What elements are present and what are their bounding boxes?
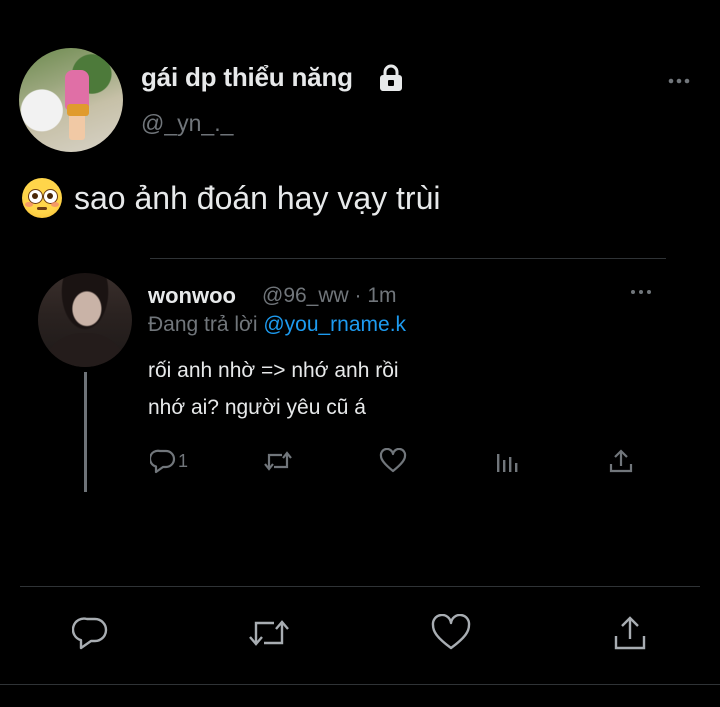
reply-comment-button[interactable]: 1 bbox=[150, 446, 188, 476]
tweet-text: sao ảnh đoán hay vạy trùi bbox=[74, 179, 441, 216]
action-divider-top bbox=[20, 586, 700, 587]
reply-text-line-2: nhớ ai? người yêu cũ á bbox=[148, 396, 366, 419]
main-share-icon[interactable] bbox=[612, 614, 648, 654]
author-avatar[interactable] bbox=[19, 48, 123, 152]
replying-to-prefix: Đang trả lời bbox=[148, 313, 264, 336]
main-reply-icon[interactable] bbox=[72, 614, 110, 654]
lock-icon bbox=[376, 63, 406, 93]
thread-line bbox=[84, 372, 87, 492]
quote-divider bbox=[150, 258, 666, 259]
reply-text-line-1: rối anh nhờ => nhớ anh rồi bbox=[148, 359, 399, 382]
main-like-icon[interactable] bbox=[431, 614, 471, 654]
reply-avatar[interactable] bbox=[38, 273, 132, 367]
author-name[interactable]: gái dp thiểu năng bbox=[141, 62, 353, 93]
reply-count: 1 bbox=[178, 450, 189, 471]
more-options-icon[interactable] bbox=[666, 68, 692, 94]
author-handle[interactable]: @_yn_._ bbox=[141, 110, 233, 137]
reply-avatar-shoulders bbox=[42, 333, 128, 367]
reply-more-options-icon[interactable] bbox=[628, 282, 654, 302]
action-divider-bottom bbox=[0, 684, 720, 685]
tweet-text-row: sao ảnh đoán hay vạy trùi bbox=[22, 178, 440, 218]
views-icon[interactable] bbox=[495, 446, 519, 476]
flushed-face-emoji-icon bbox=[22, 178, 62, 218]
comment-icon bbox=[150, 448, 176, 474]
replying-to: Đang trả lời @you_rname.k bbox=[148, 313, 406, 337]
replying-to-mention[interactable]: @you_rname.k bbox=[263, 313, 406, 336]
main-retweet-icon[interactable] bbox=[246, 614, 292, 654]
share-icon[interactable] bbox=[608, 446, 634, 476]
reply-author-name[interactable]: wonwoo bbox=[148, 283, 236, 309]
retweet-icon[interactable] bbox=[262, 446, 294, 476]
avatar-photo-shorts bbox=[67, 104, 89, 116]
like-icon[interactable] bbox=[379, 446, 407, 476]
reply-handle-time[interactable]: @96_ww · 1m bbox=[262, 284, 397, 308]
